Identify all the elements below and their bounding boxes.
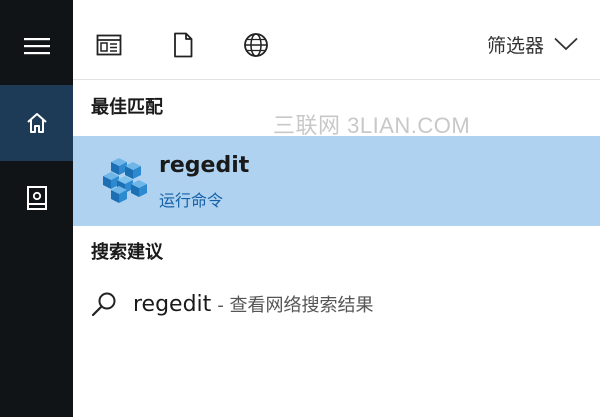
document-icon [174, 32, 193, 58]
search-icon [91, 292, 116, 317]
apps-filter-button[interactable] [93, 29, 125, 61]
documents-filter-button[interactable] [167, 29, 199, 61]
sidebar [0, 0, 73, 417]
search-toolbar: 筛选器 [73, 0, 600, 80]
search-panel: 筛选器 最佳匹配 三联网 3LIAN.COM regedit 运行命令 搜索建议… [73, 0, 600, 417]
best-match-subtitle: 运行命令 [159, 191, 224, 210]
suggestion-query: regedit [133, 291, 212, 317]
filter-dropdown[interactable]: 筛选器 [487, 30, 578, 58]
regedit-cubes-icon [103, 158, 147, 203]
suggestion-description: - 查看网络搜索结果 [217, 295, 374, 316]
notebook-button[interactable] [0, 160, 73, 236]
chevron-down-icon [554, 37, 578, 51]
search-suggestions-heading: 搜索建议 [91, 242, 163, 263]
home-icon [26, 113, 47, 133]
globe-icon [244, 33, 268, 57]
web-suggestion-item[interactable]: regedit - 查看网络搜索结果 [73, 280, 600, 328]
best-match-title: regedit [159, 153, 250, 178]
menu-button[interactable] [0, 8, 73, 84]
web-filter-button[interactable] [240, 29, 272, 61]
hamburger-icon [23, 38, 50, 55]
apps-icon [96, 34, 122, 56]
best-match-result[interactable]: regedit 运行命令 [73, 136, 600, 226]
home-button[interactable] [0, 85, 73, 161]
filter-label: 筛选器 [486, 34, 544, 57]
best-match-heading: 最佳匹配 [91, 97, 163, 118]
notebook-icon [26, 186, 47, 210]
